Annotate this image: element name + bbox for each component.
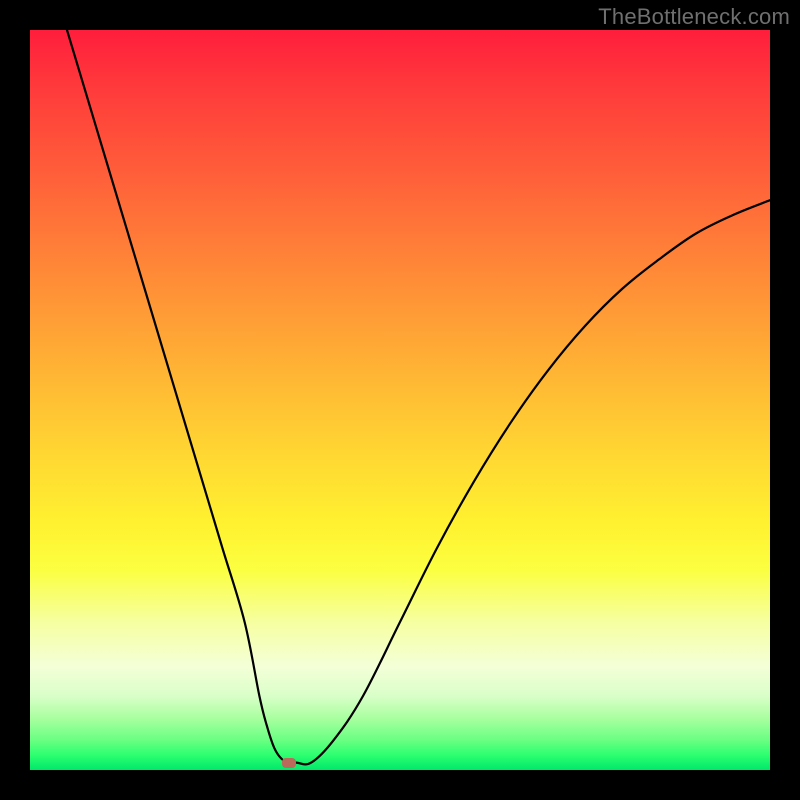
optimal-marker bbox=[282, 758, 296, 768]
watermark-text: TheBottleneck.com bbox=[598, 4, 790, 30]
chart-frame: TheBottleneck.com bbox=[0, 0, 800, 800]
bottleneck-curve bbox=[30, 30, 770, 770]
plot-area bbox=[30, 30, 770, 770]
